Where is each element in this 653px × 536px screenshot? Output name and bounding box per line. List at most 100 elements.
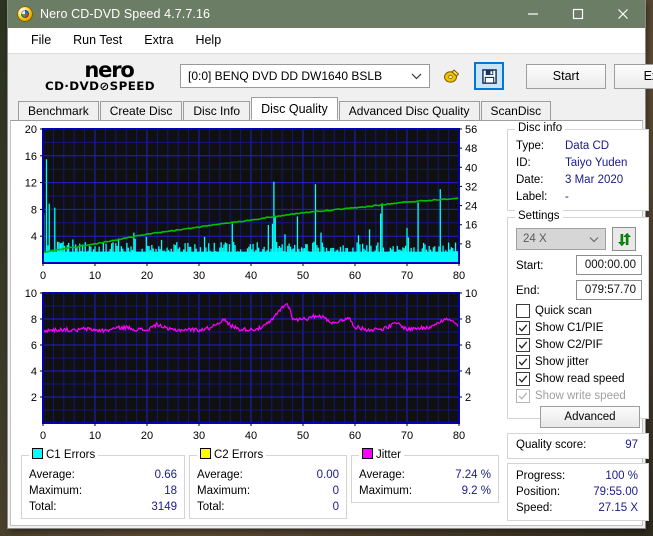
c1-chart-canvas: 4812162081624324048560 10 20 30 40 50 60 70 80 — [25, 124, 478, 282]
c1-errors-legend: C1 Errors — [29, 448, 99, 461]
menu-help[interactable]: Help — [184, 31, 232, 50]
minimize-button[interactable] — [510, 0, 555, 28]
refresh-arrows-icon — [617, 232, 631, 246]
disc-tools-button[interactable] — [438, 63, 466, 89]
floppy-save-icon — [481, 68, 497, 84]
title-bar: Nero CD-DVD Speed 4.7.7.16 — [8, 0, 645, 28]
checkbox-box — [516, 321, 530, 335]
quality-score-value: 97 — [625, 439, 638, 451]
c2-errors-stats: C2 Errors Average: 0.00 Maximum: 0 Total… — [189, 448, 347, 519]
svg-text:6: 6 — [465, 340, 471, 352]
svg-text:8: 8 — [31, 204, 37, 216]
c2-average-label: Average: — [197, 469, 243, 481]
progress-group: Progress: 100 % Position: 79:55.00 Speed… — [507, 463, 649, 521]
c2-errors-legend: C2 Errors — [197, 448, 267, 461]
check-icon — [518, 341, 528, 349]
logo-line-cddvdspeed: CD·DVD⊘SPEED — [45, 79, 155, 93]
svg-text:10: 10 — [25, 288, 37, 300]
svg-text:70: 70 — [401, 270, 413, 282]
speed-select-value: 24 X — [523, 233, 547, 245]
jitter-average-label: Average: — [359, 469, 405, 481]
checkbox-show-read-speed[interactable]: Show read speed — [516, 372, 625, 386]
chevron-down-icon — [411, 65, 422, 87]
position-label: Position: — [516, 486, 561, 498]
svg-text:32: 32 — [465, 181, 477, 193]
svg-text:0: 0 — [40, 430, 46, 442]
c1-errors-chart: 4 8 12 16 20 8 16 24 32 40 48 56 0 10 20 30 40 50 60 70 80 — [11, 121, 503, 286]
c2-maximum-value: 0 — [332, 485, 339, 497]
save-button[interactable] — [474, 62, 504, 90]
c1-total-value: 3149 — [151, 501, 177, 513]
jitter-legend-text: Jitter — [376, 449, 401, 461]
maximize-button[interactable] — [555, 0, 600, 28]
nero-disc-icon — [17, 6, 33, 22]
svg-text:8: 8 — [465, 239, 471, 251]
end-time-input[interactable]: 079:57.70 — [576, 280, 642, 300]
checkbox-label: Show jitter — [535, 356, 589, 368]
svg-text:60: 60 — [349, 270, 361, 282]
start-button[interactable]: Start — [526, 63, 606, 89]
c1-color-swatch — [32, 448, 43, 459]
svg-text:30: 30 — [193, 270, 205, 282]
jitter-chart-canvas: 2 2 4 4 6 6 8 8 10 10 0 10 20 30 40 50 60 70 80 — [25, 288, 478, 442]
svg-text:10: 10 — [89, 430, 101, 442]
menu-file[interactable]: File — [20, 31, 62, 50]
menu-run-test[interactable]: Run Test — [62, 31, 133, 50]
checkbox-quick-scan[interactable]: Quick scan — [516, 304, 592, 318]
svg-text:12: 12 — [25, 178, 37, 190]
menu-bar: File Run Test Extra Help — [8, 28, 645, 53]
progress-value: 100 % — [605, 470, 638, 482]
svg-text:20: 20 — [141, 270, 153, 282]
checkbox-show-c2-pif[interactable]: Show C2/PIF — [516, 338, 603, 352]
refresh-button[interactable] — [612, 227, 636, 251]
exit-button[interactable]: Exit — [614, 63, 653, 89]
checkbox-box — [516, 389, 530, 403]
progress-label: Progress: — [516, 470, 566, 482]
checkbox-box — [516, 355, 530, 369]
menu-extra[interactable]: Extra — [133, 31, 184, 50]
jitter-average-value: 7.24 % — [455, 469, 491, 481]
checkbox-label: Quick scan — [535, 305, 592, 317]
checkbox-label: Show write speed — [535, 390, 626, 402]
check-icon — [518, 324, 528, 332]
c2-color-swatch — [200, 448, 211, 459]
svg-text:10: 10 — [465, 288, 477, 300]
checkbox-show-jitter[interactable]: Show jitter — [516, 355, 589, 369]
tab-bar: Benchmark Create Disc Disc Info Disc Qua… — [8, 97, 645, 120]
jitter-legend: Jitter — [359, 448, 404, 461]
svg-text:50: 50 — [297, 270, 309, 282]
check-icon — [518, 392, 528, 400]
tab-scandisc[interactable]: ScanDisc — [480, 101, 552, 120]
disc-label-value: - — [565, 191, 569, 203]
svg-text:8: 8 — [31, 314, 37, 326]
toolbar: nero CD·DVD⊘SPEED [0:0] BENQ DVD DD DW16… — [8, 53, 653, 98]
svg-text:4: 4 — [31, 366, 37, 378]
tab-disc-quality[interactable]: Disc Quality — [251, 97, 338, 120]
start-time-value: 000:00.00 — [584, 259, 636, 271]
svg-text:40: 40 — [465, 162, 477, 174]
close-button[interactable] — [600, 0, 645, 28]
tab-disc-info[interactable]: Disc Info — [183, 101, 251, 120]
advanced-button[interactable]: Advanced — [540, 406, 640, 428]
checkbox-box — [516, 338, 530, 352]
c1-average-value: 0.66 — [154, 469, 177, 481]
c1-maximum-value: 18 — [164, 485, 177, 497]
drive-select[interactable]: [0:0] BENQ DVD DD DW1640 BSLB — [180, 64, 430, 88]
start-time-input[interactable]: 000:00.00 — [576, 255, 642, 275]
tab-create-disc[interactable]: Create Disc — [99, 101, 183, 120]
speed-select[interactable]: 24 X — [516, 228, 606, 250]
svg-text:80: 80 — [453, 430, 465, 442]
svg-text:24: 24 — [465, 201, 477, 213]
svg-text:2: 2 — [31, 392, 37, 404]
checkbox-show-c1-pie[interactable]: Show C1/PIE — [516, 321, 603, 335]
tab-advanced-disc-quality[interactable]: Advanced Disc Quality — [338, 101, 480, 120]
svg-text:60: 60 — [349, 430, 361, 442]
start-time-label: Start: — [516, 260, 544, 272]
window-title: Nero CD-DVD Speed 4.7.7.16 — [40, 7, 211, 21]
checkbox-box — [516, 372, 530, 386]
svg-text:56: 56 — [465, 124, 477, 136]
settings-group: Settings 24 X Start: 000:00.00 End: 079:… — [507, 210, 649, 428]
svg-text:40: 40 — [245, 430, 257, 442]
jitter-maximum-value: 9.2 % — [461, 485, 491, 497]
tab-benchmark[interactable]: Benchmark — [18, 101, 99, 120]
